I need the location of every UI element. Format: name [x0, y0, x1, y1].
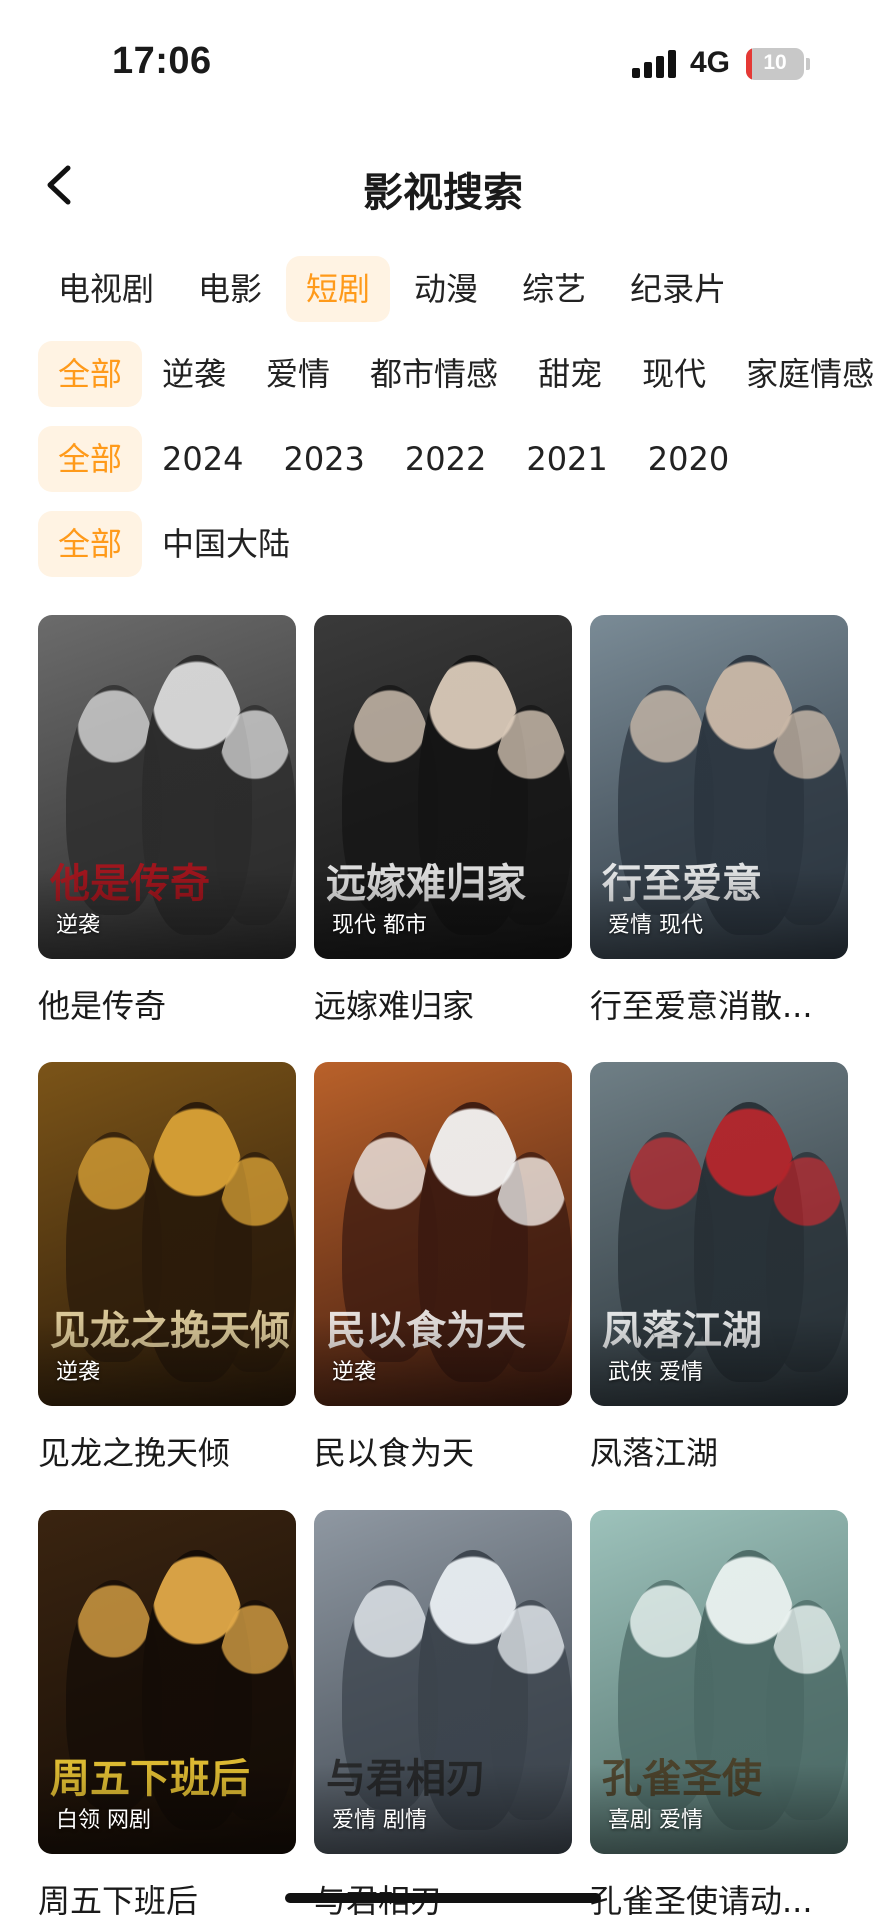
battery-icon: 10 [746, 48, 804, 80]
result-card[interactable]: 凤落江湖 武侠 爱情 凤落江湖 [590, 1062, 848, 1474]
poster-image: 凤落江湖 武侠 爱情 [590, 1062, 848, 1406]
result-card[interactable]: 他是传奇 逆袭 他是传奇 [38, 615, 296, 1027]
battery-level: 10 [763, 51, 787, 74]
card-title: 他是传奇 [38, 987, 167, 1025]
card-title: 凤落江湖 [590, 1434, 719, 1472]
tab-anime[interactable]: 动漫 [394, 256, 498, 322]
tab-movie[interactable]: 电影 [178, 256, 282, 322]
poster-tags: 喜剧 爱情 [608, 1808, 703, 1833]
result-card[interactable]: 民以食为天 逆袭 民以食为天 [314, 1062, 572, 1474]
card-title: 远嫁难归家 [314, 987, 475, 1025]
year-all[interactable]: 全部 [38, 426, 143, 492]
signal-icon [632, 50, 678, 78]
poster-tags: 现代 都市 [332, 913, 427, 938]
genre-filter: 全部 逆袭 爱情 都市情感 甜宠 现代 家庭情感 [38, 340, 886, 408]
battery-tip [806, 58, 810, 70]
genre-sweet[interactable]: 甜宠 [518, 341, 622, 407]
poster-tags: 逆袭 [56, 913, 101, 938]
tab-short-drama[interactable]: 短剧 [286, 256, 391, 322]
poster-image: 与君相刃 爱情 剧情 [314, 1510, 572, 1854]
genre-urban-emotion[interactable]: 都市情感 [350, 341, 518, 407]
poster-image: 远嫁难归家 现代 都市 [314, 615, 572, 959]
genre-romance[interactable]: 爱情 [246, 341, 350, 407]
status-bar: 17:06 4G 10 [0, 0, 886, 130]
home-indicator[interactable] [285, 1893, 601, 1903]
category-tabs: 电视剧 电影 短剧 动漫 综艺 纪录片 [38, 255, 750, 323]
genre-modern[interactable]: 现代 [622, 341, 726, 407]
tab-documentary[interactable]: 纪录片 [610, 256, 746, 322]
poster-image: 孔雀圣使 喜剧 爱情 [590, 1510, 848, 1854]
year-2022[interactable]: 2022 [385, 426, 506, 492]
year-2023[interactable]: 2023 [263, 426, 384, 492]
result-card[interactable]: 远嫁难归家 现代 都市 远嫁难归家 [314, 615, 572, 1027]
year-2020[interactable]: 2020 [628, 426, 749, 492]
status-time: 17:06 [112, 40, 212, 82]
result-card[interactable]: 与君相刃 爱情 剧情 与君相刃 [314, 1510, 572, 1920]
poster-tags: 爱情 现代 [608, 913, 703, 938]
poster-image: 行至爱意 爱情 现代 [590, 615, 848, 959]
poster-tags: 逆袭 [332, 1360, 377, 1385]
poster-tags: 白领 网剧 [56, 1808, 151, 1833]
result-card[interactable]: 孔雀圣使 喜剧 爱情 孔雀圣使请动... [590, 1510, 848, 1920]
poster-image: 民以食为天 逆袭 [314, 1062, 572, 1406]
nav-bar: 影视搜索 [0, 130, 886, 240]
card-title: 民以食为天 [314, 1434, 475, 1472]
result-card[interactable]: 见龙之挽天倾 逆袭 见龙之挽天倾 [38, 1062, 296, 1474]
poster-tags: 爱情 剧情 [332, 1808, 427, 1833]
poster-tags: 逆袭 [56, 1360, 101, 1385]
card-title: 见龙之挽天倾 [38, 1434, 231, 1472]
region-all[interactable]: 全部 [38, 511, 143, 577]
card-title: 周五下班后 [38, 1882, 199, 1920]
tab-variety[interactable]: 综艺 [502, 256, 606, 322]
tab-tv[interactable]: 电视剧 [38, 256, 174, 322]
year-filter: 全部 2024 2023 2022 2021 2020 [38, 425, 749, 493]
year-2021[interactable]: 2021 [506, 426, 627, 492]
region-filter: 全部 中国大陆 [38, 510, 310, 578]
genre-comeback[interactable]: 逆袭 [142, 341, 246, 407]
card-title: 行至爱意消散... [590, 987, 813, 1025]
result-card[interactable]: 周五下班后 白领 网剧 周五下班后 [38, 1510, 296, 1920]
region-mainland[interactable]: 中国大陆 [142, 511, 310, 577]
year-2024[interactable]: 2024 [142, 426, 263, 492]
poster-image: 他是传奇 逆袭 [38, 615, 296, 959]
card-title: 孔雀圣使请动... [590, 1882, 813, 1920]
result-card[interactable]: 行至爱意 爱情 现代 行至爱意消散... [590, 615, 848, 1027]
genre-all[interactable]: 全部 [38, 341, 143, 407]
poster-image: 见龙之挽天倾 逆袭 [38, 1062, 296, 1406]
poster-image: 周五下班后 白领 网剧 [38, 1510, 296, 1854]
network-type: 4G [690, 46, 731, 79]
page-title: 影视搜索 [363, 170, 523, 216]
poster-tags: 武侠 爱情 [608, 1360, 703, 1385]
genre-family[interactable]: 家庭情感 [726, 341, 886, 407]
